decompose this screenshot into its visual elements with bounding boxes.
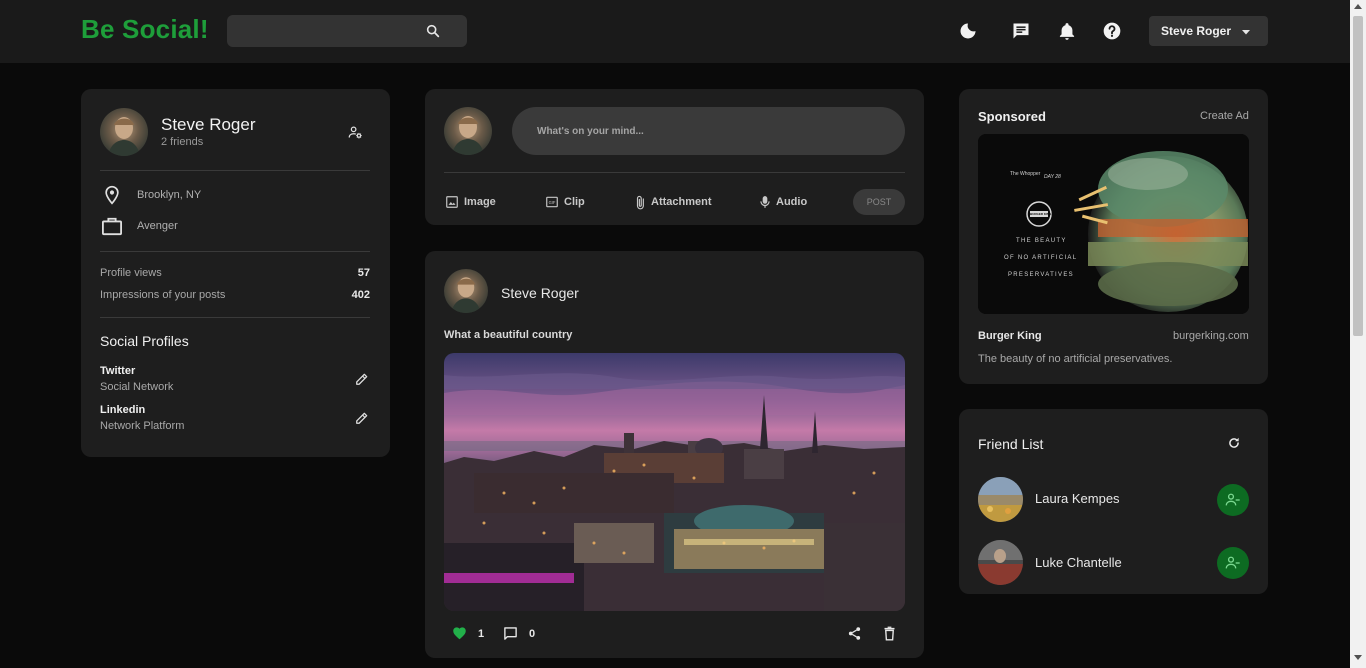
divider [100, 170, 370, 171]
sponsored-card: Sponsored Create Ad The Whopper DAY 28 B… [959, 89, 1268, 384]
gif-icon: GIF [546, 196, 558, 208]
divider [100, 251, 370, 252]
app-logo[interactable]: Be Social! [81, 14, 209, 45]
comment-icon[interactable] [503, 626, 518, 641]
edit-icon[interactable] [355, 372, 369, 386]
briefcase-icon [102, 217, 122, 236]
scroll-up-arrow-icon[interactable] [1354, 4, 1362, 9]
social-linkedin-name: Linkedin [100, 404, 146, 416]
profile-friends-count: 2 friends [161, 136, 204, 148]
social-profiles-heading: Social Profiles [100, 333, 189, 349]
post-author-avatar[interactable] [444, 269, 488, 313]
clip-label: Clip [564, 196, 585, 208]
add-clip-button[interactable]: GIF Clip [545, 194, 590, 210]
ad-line-1: THE BEAUTY [1016, 238, 1067, 244]
friend-name[interactable]: Luke Chantelle [1035, 555, 1122, 570]
stat-label-impressions: Impressions of your posts [100, 289, 226, 301]
sponsored-heading: Sponsored [978, 109, 1046, 124]
composer-input[interactable] [512, 107, 905, 155]
post-composer: Image GIF Clip Attachment Audio POST [425, 89, 924, 225]
ad-description: The beauty of no artificial preservative… [978, 353, 1173, 365]
profile-occupation: Avenger [137, 220, 178, 232]
remove-friend-button[interactable] [1217, 484, 1249, 516]
profile-avatar[interactable] [100, 108, 148, 156]
person-remove-icon [1225, 556, 1240, 569]
remove-friend-button[interactable] [1217, 547, 1249, 579]
message-icon[interactable] [1011, 21, 1031, 41]
location-icon [105, 185, 119, 205]
friend-avatar[interactable] [978, 540, 1023, 585]
ad-image[interactable]: The Whopper DAY 28 BURGER KING THE BEAUT… [978, 134, 1249, 314]
stat-label-profile-views: Profile views [100, 267, 162, 279]
user-select-label: Steve Roger [1161, 24, 1232, 38]
stat-value-impressions: 402 [351, 289, 370, 301]
attachment-label: Attachment [651, 196, 712, 208]
composer-avatar[interactable] [444, 107, 492, 155]
post-card: Steve Roger What a beautiful country 1 0 [425, 251, 924, 658]
search-bar [227, 15, 467, 47]
refresh-icon[interactable] [1227, 436, 1241, 450]
post-button[interactable]: POST [853, 189, 905, 215]
page-scrollbar[interactable] [1350, 0, 1366, 668]
scrollbar-thumb[interactable] [1353, 16, 1363, 336]
friend-avatar[interactable] [978, 477, 1023, 522]
ad-brand-name: Burger King [978, 330, 1042, 342]
ad-site-link[interactable]: burgerking.com [1173, 330, 1249, 342]
post-author-name[interactable]: Steve Roger [501, 285, 579, 301]
friend-name[interactable]: Laura Kempes [1035, 491, 1120, 506]
comment-count: 0 [529, 628, 536, 640]
add-audio-button[interactable]: Audio [759, 194, 819, 210]
ad-brand-mark: BURGER KING [1030, 212, 1052, 216]
manage-account-icon[interactable] [348, 125, 363, 140]
friend-list-heading: Friend List [978, 436, 1044, 452]
divider [444, 172, 905, 173]
share-icon[interactable] [847, 626, 862, 641]
scroll-down-arrow-icon[interactable] [1354, 655, 1362, 660]
ad-line-3: PRESERVATIVES [1008, 272, 1074, 278]
user-select[interactable]: Steve Roger [1149, 16, 1268, 46]
edit-icon[interactable] [355, 411, 369, 425]
heart-icon[interactable] [452, 626, 467, 640]
social-twitter-name: Twitter [100, 365, 136, 377]
image-label: Image [464, 196, 496, 208]
image-icon [446, 196, 458, 208]
audio-label: Audio [776, 196, 808, 208]
create-ad-link[interactable]: Create Ad [1200, 110, 1249, 122]
attachment-icon [636, 195, 644, 210]
help-icon[interactable] [1102, 21, 1122, 41]
social-twitter-type: Social Network [100, 381, 174, 393]
profile-location: Brooklyn, NY [137, 189, 202, 201]
social-linkedin-type: Network Platform [100, 420, 185, 432]
delete-icon[interactable] [883, 626, 896, 641]
stat-value-profile-views: 57 [357, 267, 370, 279]
microphone-icon [760, 196, 770, 208]
search-input[interactable] [227, 15, 417, 47]
post-image[interactable] [444, 353, 905, 611]
notification-icon[interactable] [1057, 21, 1077, 41]
ad-text-day: DAY 28 [1044, 174, 1061, 180]
person-remove-icon [1225, 493, 1240, 506]
like-count: 1 [478, 628, 485, 640]
navbar: Be Social! Steve Roger [0, 0, 1350, 63]
ad-text-top: The Whopper [1010, 171, 1041, 177]
profile-name[interactable]: Steve Roger [161, 115, 256, 135]
add-image-button[interactable]: Image [445, 194, 505, 210]
dark-mode-icon[interactable] [958, 21, 978, 41]
profile-card: Steve Roger 2 friends Brooklyn, NY Aveng… [81, 89, 390, 457]
search-icon[interactable] [425, 23, 441, 39]
friend-list-card: Friend List Laura Kempes Luke Chantelle [959, 409, 1268, 594]
svg-text:GIF: GIF [549, 200, 556, 205]
post-caption: What a beautiful country [444, 329, 573, 341]
chevron-down-icon [1242, 30, 1250, 35]
divider [100, 317, 370, 318]
add-attachment-button[interactable]: Attachment [634, 194, 729, 210]
ad-line-2: OF NO ARTIFICIAL [1004, 255, 1078, 261]
